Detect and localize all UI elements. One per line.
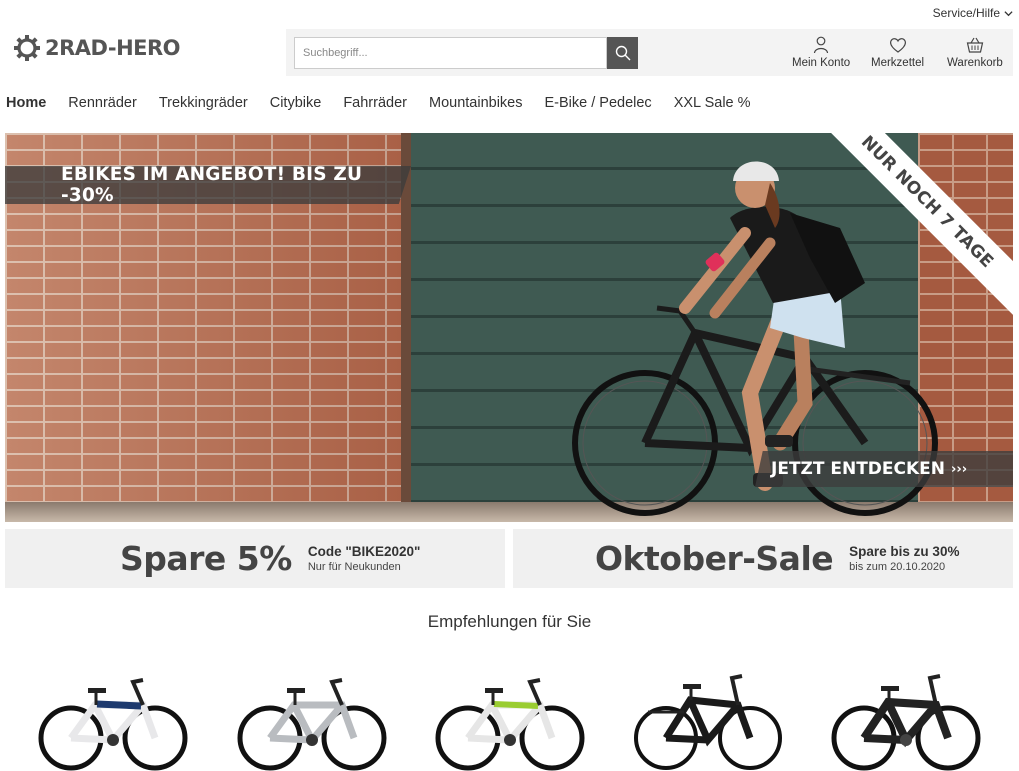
promo-code-headline: Spare 5% — [120, 539, 292, 578]
product-image-ebike-blue-white — [38, 678, 188, 771]
nav-item-xxl-sale[interactable]: XXL Sale % — [674, 95, 751, 111]
cart-link[interactable]: Warenkorb — [947, 36, 1003, 69]
product-card-3[interactable] — [430, 660, 590, 771]
hero-cta-button[interactable]: JETZT ENTDECKEN ››› — [755, 451, 1013, 487]
account-label: Mein Konto — [792, 57, 851, 69]
nav-item-trekkingraeder[interactable]: Trekkingräder — [159, 95, 248, 111]
product-image-ebike-silver — [237, 678, 387, 771]
hero-slider[interactable]: EBIKES IM ANGEBOT! BIS ZU -30% NUR NOCH … — [5, 133, 1013, 522]
promo-code-line2: Nur für Neukunden — [307, 561, 401, 573]
cart-label: Warenkorb — [947, 57, 1003, 69]
main-nav: Home Rennräder Trekkingräder Citybike Fa… — [6, 95, 773, 111]
promo-sale-line2: bis zum 20.10.2020 — [849, 561, 946, 573]
promo-sale-headline: Oktober-Sale — [595, 539, 834, 578]
product-card-1[interactable] — [33, 660, 193, 771]
search-button[interactable] — [607, 37, 638, 69]
product-card-5[interactable] — [826, 660, 986, 771]
promo-code-line1: Code "BIKE2020" — [307, 544, 421, 559]
chevrons-right-icon: ››› — [951, 461, 968, 477]
heart-icon — [889, 38, 906, 53]
basket-icon — [966, 37, 984, 53]
service-help-label: Service/Hilfe — [932, 6, 1000, 20]
gear-icon — [14, 35, 40, 61]
product-card-2[interactable] — [232, 660, 392, 771]
product-card-4[interactable] — [628, 660, 788, 771]
nav-item-mountainbikes[interactable]: Mountainbikes — [429, 95, 523, 111]
product-image-mtb-ebike-black — [831, 674, 981, 771]
nav-item-citybike[interactable]: Citybike — [270, 95, 322, 111]
nav-item-rennraeder[interactable]: Rennräder — [68, 95, 137, 111]
nav-item-ebike-pedelec[interactable]: E-Bike / Pedelec — [544, 95, 651, 111]
chevron-down-icon — [1004, 10, 1013, 16]
hero-banner-headline: EBIKES IM ANGEBOT! BIS ZU -30% — [5, 166, 411, 204]
site-logo[interactable]: 2RAD-HERO — [13, 34, 181, 62]
wishlist-label: Merkzettel — [871, 57, 925, 69]
search-input[interactable] — [294, 37, 607, 69]
account-link[interactable]: Mein Konto — [792, 36, 850, 69]
nav-item-fahrraeder[interactable]: Fahrräder — [343, 95, 407, 111]
promo-tile-sale[interactable]: Oktober-Sale Spare bis zu 30% bis zum 20… — [513, 529, 1013, 588]
promo-sale-line1: Spare bis zu 30% — [849, 544, 960, 559]
promo-tile-code[interactable]: Spare 5% Code "BIKE2020" Nur für Neukund… — [5, 529, 505, 588]
wishlist-link[interactable]: Merkzettel — [871, 36, 924, 69]
product-image-ebike-lime — [435, 678, 585, 771]
user-icon — [813, 36, 829, 54]
recommendations-title: Empfehlungen für Sie — [427, 612, 592, 631]
logo-text: 2RAD-HERO — [45, 36, 181, 60]
product-image-trekking-ebike-black — [634, 674, 782, 770]
search-icon — [615, 45, 630, 61]
service-help-menu[interactable]: Service/Hilfe — [933, 6, 1013, 20]
hero-cta-label: JETZT ENTDECKEN — [771, 459, 946, 479]
nav-item-home[interactable]: Home — [6, 95, 46, 111]
